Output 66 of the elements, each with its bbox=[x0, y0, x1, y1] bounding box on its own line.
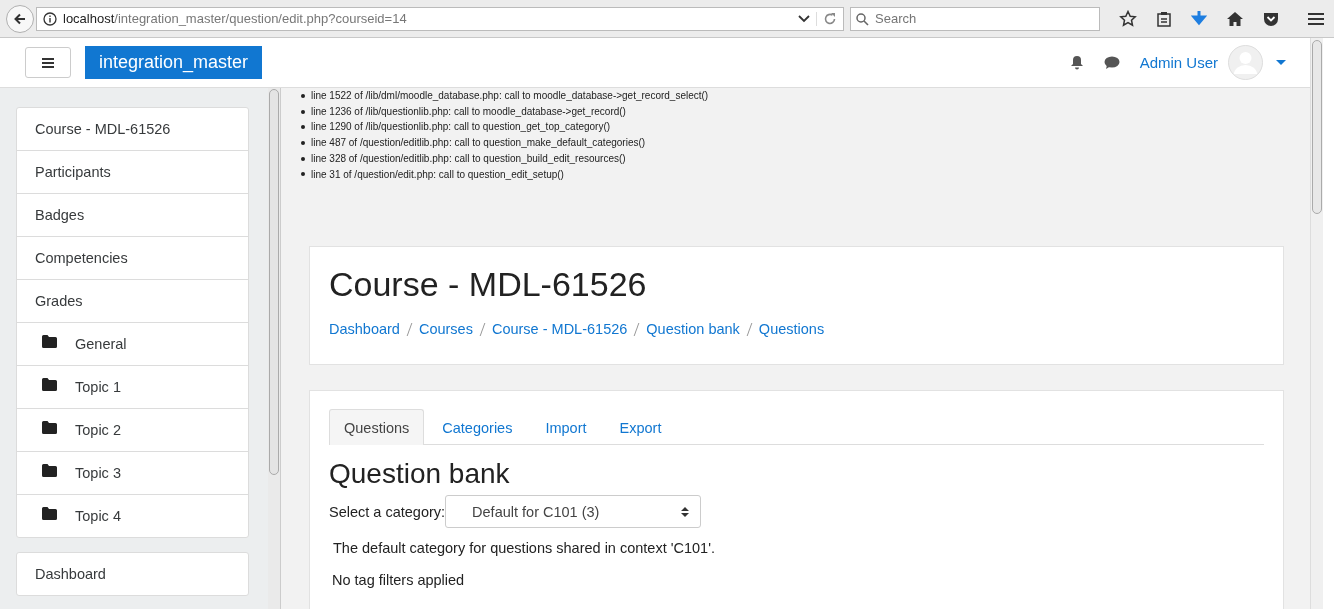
sidebar-item[interactable]: Topic 4 bbox=[17, 494, 248, 537]
breadcrumb-link[interactable]: Courses bbox=[418, 321, 473, 338]
scrollbar[interactable] bbox=[268, 88, 281, 609]
stack-trace-line: line 1290 of /lib/questionlib.php: call to question_get_top_category() bbox=[311, 120, 611, 135]
folder-icon bbox=[42, 377, 57, 391]
bullet-icon bbox=[301, 125, 305, 130]
folder-icon bbox=[42, 463, 57, 477]
sidebar-item[interactable]: General bbox=[17, 322, 248, 365]
category-select[interactable]: Default for C101 (3) bbox=[445, 495, 702, 529]
back-button[interactable] bbox=[6, 4, 34, 33]
folder-icon bbox=[42, 334, 57, 348]
menu-icon bbox=[41, 56, 55, 69]
url-text: localhost/integration_master/question/edit.php?courseid=14 bbox=[63, 11, 408, 26]
tag-filter-status: No tag filters applied bbox=[332, 572, 466, 589]
sidebar-item[interactable]: Participants bbox=[17, 150, 248, 193]
download-icon[interactable] bbox=[1191, 9, 1207, 28]
caret-icon[interactable] bbox=[1276, 59, 1286, 66]
breadcrumb-link[interactable]: Course - MDL-61526 bbox=[491, 321, 628, 338]
bullet-icon bbox=[301, 156, 305, 161]
reload-icon[interactable] bbox=[816, 11, 837, 26]
sidebar-item[interactable]: Grades bbox=[17, 279, 248, 322]
bullet-icon bbox=[301, 93, 305, 98]
menu-icon[interactable] bbox=[1307, 11, 1325, 26]
stack-trace-line: line 1236 of /lib/questionlib.php: call to moodle_database->get_record() bbox=[311, 104, 626, 119]
menu-button[interactable] bbox=[25, 47, 71, 78]
sidebar-item[interactable]: Topic 1 bbox=[17, 365, 248, 408]
tab[interactable]: Export bbox=[604, 409, 677, 446]
sidebar-item[interactable]: Course - MDL-61526 bbox=[17, 108, 248, 150]
search-field[interactable]: Search bbox=[850, 6, 1100, 31]
stack-trace-line: line 328 of /question/editlib.php: call to question_build_edit_resources() bbox=[311, 151, 626, 166]
bell-icon[interactable] bbox=[1069, 55, 1084, 70]
category-label: Select a category: bbox=[329, 503, 446, 520]
sidebar-item[interactable]: Topic 2 bbox=[17, 408, 248, 451]
stack-trace-line: line 487 of /question/editlib.php: call to question_make_default_categories() bbox=[311, 136, 646, 151]
tab[interactable]: Questions bbox=[329, 409, 425, 446]
home-icon[interactable] bbox=[1226, 10, 1244, 27]
tab[interactable]: Categories bbox=[427, 409, 528, 446]
dropdown-icon[interactable] bbox=[798, 14, 810, 23]
breadcrumb-link[interactable]: Questions bbox=[758, 321, 825, 338]
sidebar-item[interactable]: Competencies bbox=[17, 236, 248, 279]
address-bar[interactable]: localhost/integration_master/question/edit.php?courseid=14 bbox=[36, 6, 844, 31]
stack-trace-line: line 1522 of /lib/dml/moodle_database.php: call to moodle_database->get_record_select() bbox=[311, 89, 709, 103]
scrollbar[interactable] bbox=[1310, 38, 1323, 609]
stack-trace-line: line 31 of /question/edit.php: call to question_edit_setup() bbox=[311, 167, 564, 182]
category-description: The default category for questions shared in context 'C101'. bbox=[333, 540, 716, 557]
chat-icon[interactable] bbox=[1103, 55, 1120, 70]
pocket-icon[interactable] bbox=[1263, 10, 1279, 27]
info-icon bbox=[43, 11, 57, 26]
bookmark-star-icon[interactable] bbox=[1119, 9, 1137, 28]
bullet-icon bbox=[301, 172, 305, 177]
sidebar-item[interactable]: Dashboard bbox=[17, 553, 248, 595]
bullet-icon bbox=[301, 109, 305, 114]
sidebar-item[interactable]: Badges bbox=[17, 193, 248, 236]
folder-icon bbox=[42, 506, 57, 520]
bullet-icon bbox=[301, 140, 305, 145]
folder-icon bbox=[42, 420, 57, 434]
clipboard-icon[interactable] bbox=[1156, 10, 1172, 27]
tab[interactable]: Import bbox=[530, 409, 602, 446]
user-name-link[interactable]: Admin User bbox=[1139, 54, 1218, 71]
breadcrumb-link[interactable]: Question bank bbox=[646, 321, 740, 338]
section-title: Question bank bbox=[329, 458, 511, 491]
sidebar-item[interactable]: Topic 3 bbox=[17, 451, 248, 494]
site-name-link[interactable]: integration_master bbox=[85, 46, 263, 79]
breadcrumb-link[interactable]: Dashboard bbox=[329, 321, 400, 338]
sort-arrows-icon bbox=[681, 505, 690, 518]
page-title: Course - MDL-61526 bbox=[329, 265, 648, 305]
